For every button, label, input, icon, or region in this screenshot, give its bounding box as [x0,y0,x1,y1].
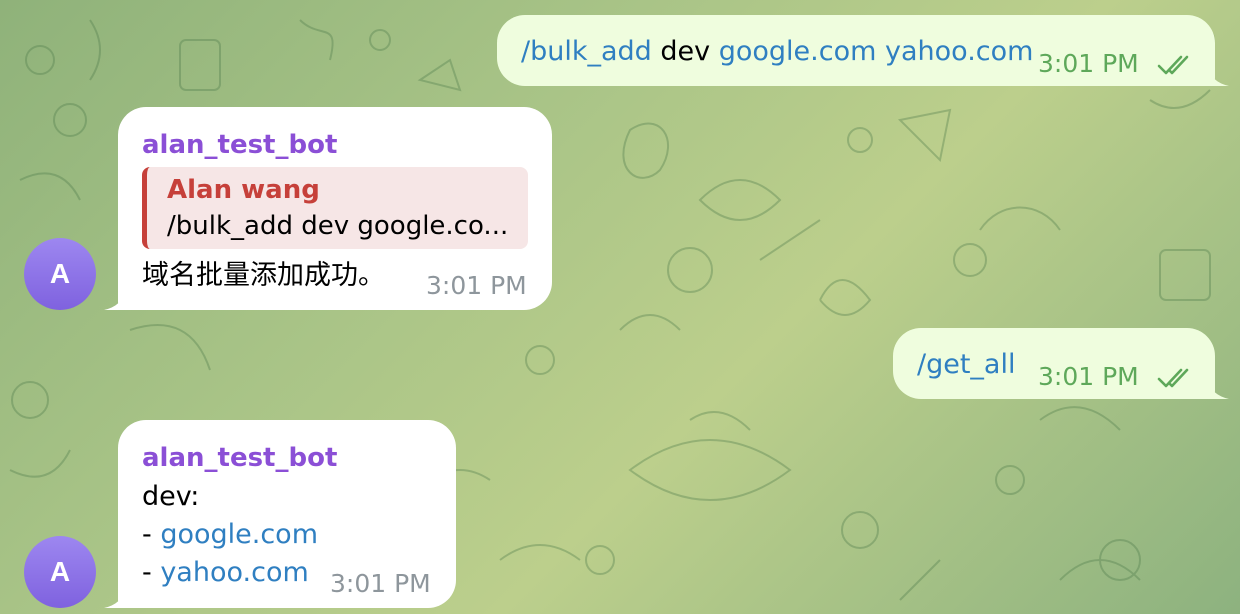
domain-link[interactable]: google.com [160,519,318,550]
sender-name[interactable]: alan_test_bot [142,126,337,164]
bot-command-link[interactable]: /get_all [917,349,1015,380]
list-item: - yahoo.com [142,554,309,592]
message-time: 3:01 PM [426,271,527,300]
bubble-tail [104,290,126,310]
bullet: - [142,557,161,588]
message-meta: 3:01 PM [1038,358,1197,396]
avatar[interactable]: A [24,536,96,608]
outgoing-message-bulk-add[interactable]: /bulk_add dev google.com yahoo.com 3:01 … [497,15,1229,86]
outgoing-message-get-all[interactable]: /get_all 3:01 PM [893,328,1229,399]
domain-link[interactable]: yahoo.com [160,557,308,588]
message-meta: 3:01 PM [1038,45,1197,83]
bullet: - [142,519,161,550]
avatar[interactable]: A [24,238,96,310]
sender-name[interactable]: alan_test_bot [142,439,337,477]
message-text: /bulk_add dev google.com yahoo.com [521,36,1033,67]
incoming-message-bulk-add-result[interactable]: alan_test_bot Alan wang /bulk_add dev go… [104,107,552,310]
reply-quote[interactable]: Alan wang /bulk_add dev google.co... [142,167,528,249]
list-heading: dev: [142,481,200,512]
incoming-message-domain-list[interactable]: alan_test_bot dev: - google.com - yahoo.… [104,420,456,608]
message-time: 3:01 PM [330,569,431,598]
double-check-icon [1157,55,1189,75]
bubble-tail [1207,66,1229,86]
message-time: 3:01 PM [1038,362,1139,391]
domain-link[interactable]: google.com [719,36,877,67]
bot-command-link[interactable]: /bulk_add [521,36,652,67]
message-text: 域名批量添加成功。 [142,260,385,291]
bubble-tail [104,588,126,608]
bubble-tail [1207,379,1229,399]
double-check-icon [1157,368,1189,388]
message-time: 3:01 PM [1038,49,1139,78]
message-plain-text: dev [651,36,719,67]
domain-link[interactable]: yahoo.com [885,36,1033,67]
list-item: - google.com [142,516,318,554]
reply-text: /bulk_add dev google.co... [167,211,509,241]
reply-author: Alan wang [167,175,320,205]
